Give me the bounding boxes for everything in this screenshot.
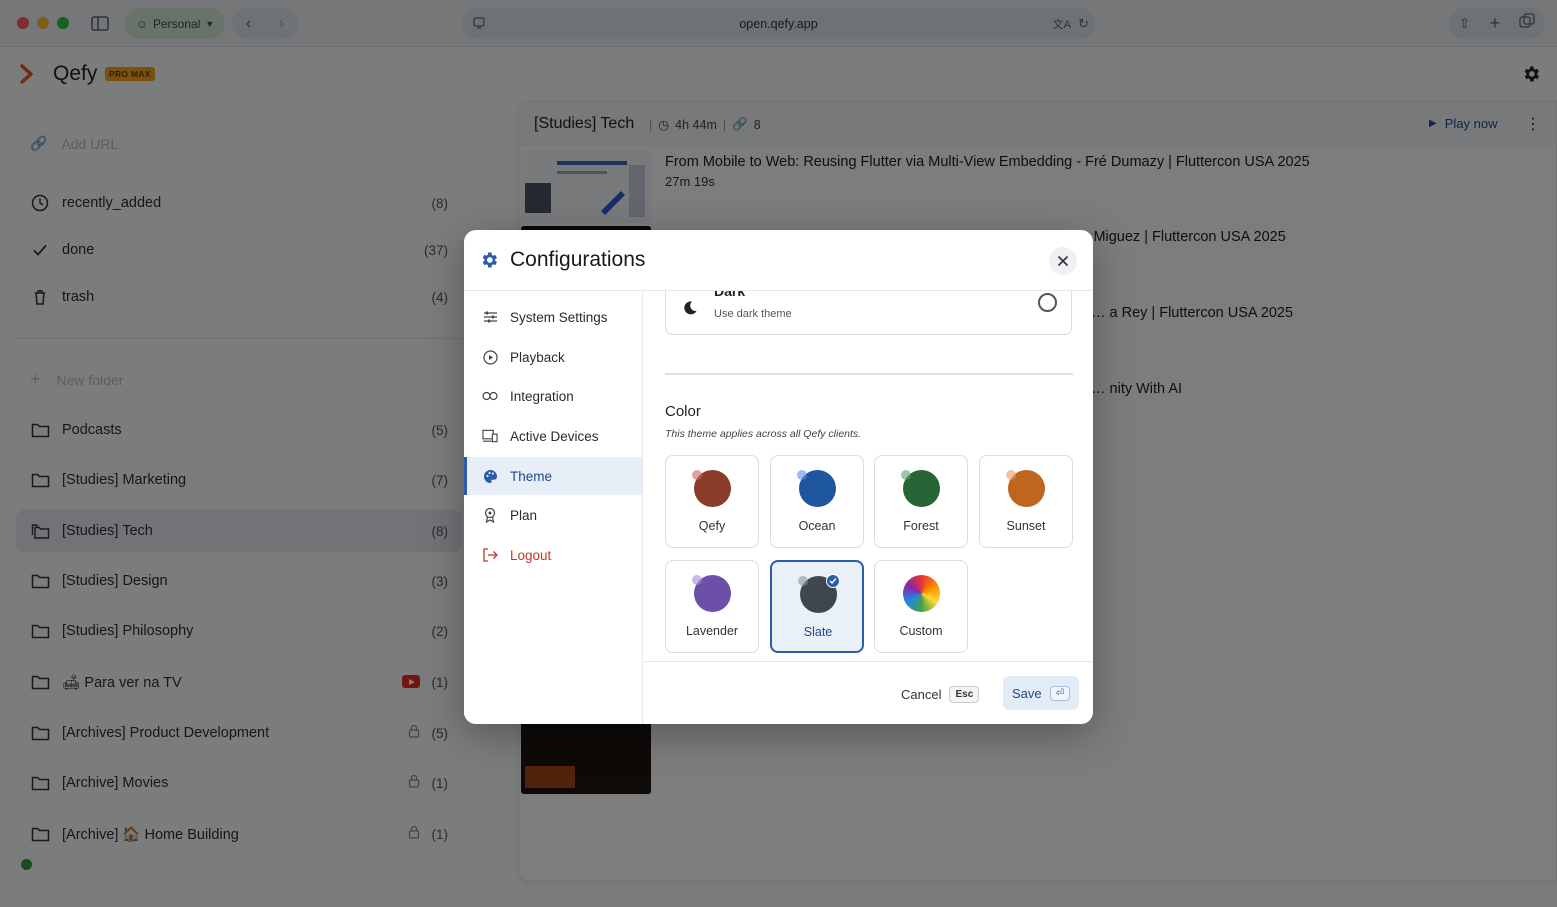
gear-icon <box>482 252 497 268</box>
section-divider <box>665 373 1073 375</box>
nav-theme[interactable]: Theme <box>464 457 642 495</box>
theme-settings: Dark Use dark theme Color This theme app… <box>644 291 1093 661</box>
color-mini-dot <box>797 470 807 480</box>
nav-integration[interactable]: Integration <box>464 377 642 415</box>
sliders-icon <box>482 309 498 325</box>
esc-key-hint: Esc <box>949 685 980 703</box>
moon-icon <box>684 301 697 315</box>
close-dialog-button[interactable] <box>1049 247 1077 275</box>
nav-label: Theme <box>510 468 553 484</box>
nav-label: System Settings <box>510 309 608 325</box>
color-mini-dot <box>901 470 911 480</box>
swatch-label: Qefy <box>698 519 726 533</box>
color-mini-dot <box>692 470 702 480</box>
color-section-subtitle: This theme applies across all Qefy clien… <box>665 428 862 440</box>
swatch-label: Sunset <box>1006 519 1046 533</box>
dark-option-title: Dark <box>714 291 746 299</box>
devices-icon <box>482 428 498 444</box>
award-icon <box>482 507 498 523</box>
cancel-button[interactable]: Cancel Esc <box>901 683 980 705</box>
dialog-header: Configurations <box>464 230 1093 291</box>
settings-nav: System Settings Playback Integration Act… <box>464 291 643 724</box>
color-swatch-forest[interactable]: Forest <box>874 455 968 548</box>
color-swatch-qefy[interactable]: Qefy <box>665 455 759 548</box>
dialog-footer: Cancel Esc Save ⏎ <box>644 661 1093 724</box>
configurations-dialog: Configurations System Settings Playback … <box>464 230 1093 724</box>
save-button[interactable]: Save ⏎ <box>1003 676 1079 710</box>
nav-system-settings[interactable]: System Settings <box>464 298 642 336</box>
save-label: Save <box>1011 685 1042 701</box>
enter-key-hint: ⏎ <box>1049 685 1071 701</box>
nav-label: Integration <box>510 388 574 404</box>
dialog-title: Configurations <box>510 248 646 271</box>
swatch-label: Forest <box>903 519 939 533</box>
color-mini-dot <box>692 575 702 585</box>
nav-active-devices[interactable]: Active Devices <box>464 417 642 455</box>
color-mini-dot <box>1006 470 1016 480</box>
dark-theme-radio[interactable] <box>1038 293 1057 312</box>
swatch-label: Slate <box>803 625 833 639</box>
nav-plan[interactable]: Plan <box>464 496 642 534</box>
color-mini-dot <box>798 576 808 586</box>
nav-label: Active Devices <box>510 428 599 444</box>
swatch-label: Lavender <box>685 624 739 638</box>
dark-theme-option[interactable]: Dark Use dark theme <box>665 291 1072 335</box>
nav-label: Playback <box>510 349 565 365</box>
color-swatch-lavender[interactable]: Lavender <box>665 560 759 653</box>
nav-label: Logout <box>510 547 552 563</box>
color-swatch-ocean[interactable]: Ocean <box>770 455 864 548</box>
color-wheel-icon <box>903 575 940 612</box>
nav-logout[interactable]: Logout <box>464 536 642 574</box>
logout-icon <box>482 547 498 563</box>
color-swatch-sunset[interactable]: Sunset <box>979 455 1073 548</box>
cancel-label: Cancel <box>901 686 942 702</box>
palette-icon <box>482 468 498 484</box>
color-section-title: Color <box>665 403 701 420</box>
nav-label: Plan <box>510 507 538 523</box>
color-swatch-slate-selected[interactable]: Slate <box>770 560 864 653</box>
close-icon <box>1057 255 1069 267</box>
swatch-label: Ocean <box>798 519 836 533</box>
nav-playback[interactable]: Playback <box>464 338 642 376</box>
color-swatch-custom[interactable]: Custom <box>874 560 968 653</box>
checkmark-icon <box>826 574 840 588</box>
link-icon <box>482 388 498 404</box>
swatch-label: Custom <box>899 624 943 638</box>
play-circle-icon <box>482 349 498 365</box>
dark-option-subtitle: Use dark theme <box>714 308 792 320</box>
